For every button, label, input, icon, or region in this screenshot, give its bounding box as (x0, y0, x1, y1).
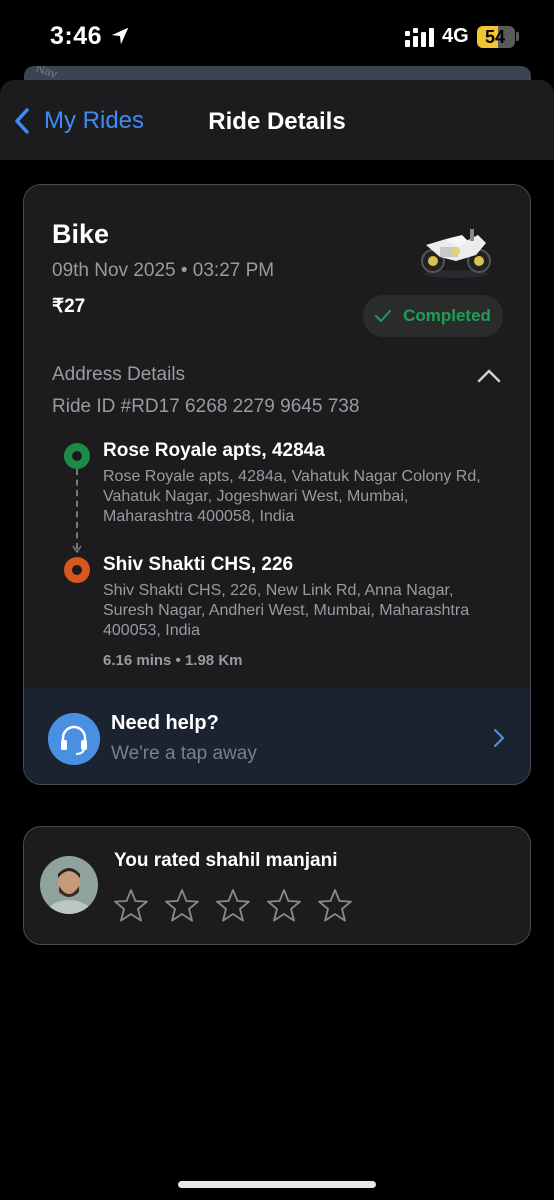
location-arrow-icon (111, 27, 129, 45)
ride-id: Ride ID #RD17 6268 2279 9645 738 (52, 396, 360, 417)
drop-title: Shiv Shakti CHS, 226 (103, 554, 294, 575)
ride-datetime: 09th Nov 2025 • 03:27 PM (52, 260, 275, 281)
battery-level: 54 (484, 27, 506, 47)
drop-address: Shiv Shakti CHS, 226, New Link Rd, Anna … (103, 582, 470, 639)
trip-stats: 6.16 mins • 1.98 Km (103, 652, 243, 669)
status-time: 3:46 (50, 22, 103, 50)
check-icon (375, 310, 392, 322)
rating-title: You rated shahil manjani (114, 850, 338, 871)
status-label: Completed (403, 306, 491, 325)
navigation-bar: My Rides Ride Details (0, 80, 554, 160)
vehicle-type: Bike (52, 219, 110, 249)
need-help-button[interactable]: Need help? We're a tap away (24, 688, 530, 784)
chevron-up-icon[interactable] (474, 361, 504, 391)
battery-cap (516, 32, 519, 41)
pickup-title: Rose Royale apts, 4284a (103, 440, 325, 461)
avatar (40, 856, 98, 914)
signal-icon (405, 28, 434, 47)
star-outline-icon[interactable] (164, 888, 200, 924)
chevron-right-icon (493, 728, 505, 748)
star-outline-icon[interactable] (317, 888, 353, 924)
star-outline-icon[interactable] (113, 888, 149, 924)
ride-fare: ₹27 (52, 296, 86, 317)
map-street-label: Nav (34, 66, 59, 81)
status-badge: Completed (363, 295, 503, 337)
star-outline-icon[interactable] (215, 888, 251, 924)
headset-icon (48, 713, 100, 765)
home-indicator[interactable] (178, 1181, 376, 1188)
drop-marker (64, 557, 90, 583)
pickup-marker (64, 443, 90, 469)
route-arrow-icon (72, 545, 82, 553)
help-subtitle: We're a tap away (111, 743, 257, 764)
help-title: Need help? (111, 712, 219, 734)
bike-icon (421, 229, 491, 278)
address-section-label: Address Details (52, 364, 186, 385)
battery-icon: 54 (477, 26, 515, 48)
route-line (76, 469, 78, 549)
status-bar: 3:46 4G 54 (0, 0, 554, 66)
star-rating (113, 888, 368, 924)
star-outline-icon[interactable] (266, 888, 302, 924)
ride-details-card: Bike 09th Nov 2025 • 03:27 PM ₹27 Comple… (23, 184, 531, 785)
page-title: Ride Details (208, 108, 346, 135)
driver-rating-card: You rated shahil manjani (23, 826, 531, 945)
pickup-address: Rose Royale apts, 4284a, Vahatuk Nagar C… (103, 468, 481, 525)
network-type: 4G (442, 25, 469, 47)
